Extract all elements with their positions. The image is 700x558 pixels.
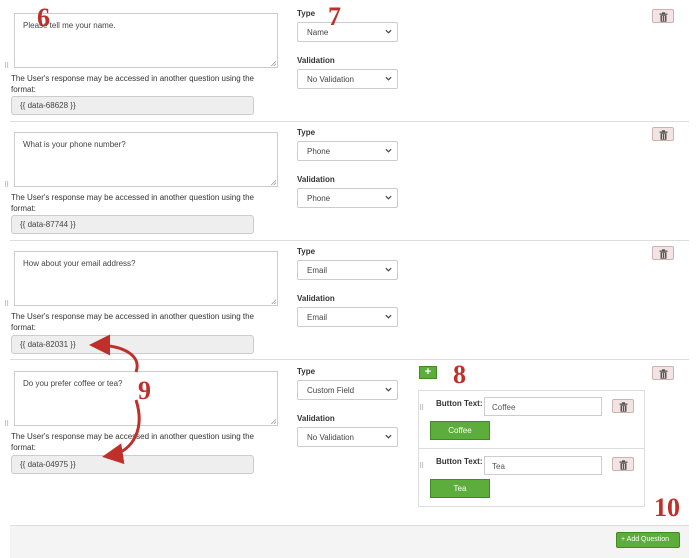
chevron-down-icon <box>385 76 392 81</box>
chevron-down-icon <box>385 148 392 153</box>
type-select[interactable]: Name <box>297 22 398 42</box>
type-select-value: Phone <box>307 147 331 156</box>
add-question-button[interactable]: + Add Question <box>616 532 680 548</box>
validation-select-value: No Validation <box>307 75 354 84</box>
button-text-label: Button Text: <box>436 399 483 408</box>
annotation-number: 6 <box>37 3 50 32</box>
chevron-down-icon <box>385 314 392 319</box>
type-label: Type <box>297 128 316 137</box>
custom-button-row: ⠿ Button Text: Coffee Coffee <box>419 391 644 449</box>
validation-select-value: No Validation <box>307 433 354 442</box>
data-token-field: {{ data-87744 }} <box>11 215 254 234</box>
annotation-number: 10 <box>654 493 680 522</box>
type-label: Type <box>297 9 316 18</box>
question-text-input[interactable]: Please tell me your name. <box>14 13 278 68</box>
button-preview-tea[interactable]: Tea <box>430 479 490 498</box>
form-footer <box>10 525 689 558</box>
chevron-down-icon <box>385 387 392 392</box>
delete-button-button[interactable] <box>612 457 634 471</box>
resize-handle-icon[interactable] <box>271 419 276 424</box>
format-note: The User's response may be accessed in a… <box>11 432 254 452</box>
trash-icon <box>659 12 668 22</box>
format-note: The User's response may be accessed in a… <box>11 312 254 332</box>
trash-icon <box>659 130 668 140</box>
question-text: How about your email address? <box>23 259 136 268</box>
drag-handle-icon[interactable]: ⠿ <box>419 404 424 412</box>
custom-buttons-panel: ⠿ Button Text: Coffee Coffee ⠿ Button Te… <box>418 390 645 507</box>
format-note: The User's response may be accessed in a… <box>11 74 254 94</box>
add-button-button[interactable]: + <box>419 366 437 379</box>
button-text-label: Button Text: <box>436 457 483 466</box>
type-select[interactable]: Phone <box>297 141 398 161</box>
question-text-input[interactable]: How about your email address? <box>14 251 278 306</box>
validation-select[interactable]: No Validation <box>297 427 398 447</box>
button-preview-coffee[interactable]: Coffee <box>430 421 490 440</box>
drag-handle-icon[interactable]: ⠿ <box>419 462 424 470</box>
drag-handle-icon[interactable]: ⠿ <box>4 420 9 428</box>
annotation-number: 8 <box>453 360 466 389</box>
chevron-down-icon <box>385 29 392 34</box>
button-text-input[interactable]: Coffee <box>484 397 602 416</box>
validation-label: Validation <box>297 414 335 423</box>
question-text: Do you prefer coffee or tea? <box>23 379 123 388</box>
validation-select[interactable]: No Validation <box>297 69 398 89</box>
resize-handle-icon[interactable] <box>271 180 276 185</box>
trash-icon <box>659 249 668 259</box>
delete-question-button[interactable] <box>652 246 674 260</box>
drag-handle-icon[interactable]: ⠿ <box>4 181 9 189</box>
drag-handle-icon[interactable]: ⠿ <box>4 62 9 70</box>
delete-question-button[interactable] <box>652 366 674 380</box>
trash-icon <box>659 369 668 379</box>
validation-label: Validation <box>297 56 335 65</box>
validation-select[interactable]: Phone <box>297 188 398 208</box>
chevron-down-icon <box>385 195 392 200</box>
data-token-field: {{ data-04975 }} <box>11 455 254 474</box>
delete-button-button[interactable] <box>612 399 634 413</box>
validation-label: Validation <box>297 175 335 184</box>
type-select-value: Email <box>307 266 328 275</box>
annotation-number: 7 <box>328 2 341 31</box>
question-text: What is your phone number? <box>23 140 126 149</box>
drag-handle-icon[interactable]: ⠿ <box>4 300 9 308</box>
delete-question-button[interactable] <box>652 9 674 23</box>
trash-icon <box>619 460 628 470</box>
validation-label: Validation <box>297 294 335 303</box>
type-select[interactable]: Custom Field <box>297 380 398 400</box>
type-label: Type <box>297 247 316 256</box>
annotation-number: 9 <box>138 376 151 405</box>
question-text-input[interactable]: What is your phone number? <box>14 132 278 187</box>
chevron-down-icon <box>385 434 392 439</box>
button-text-input[interactable]: Tea <box>484 456 602 475</box>
format-note: The User's response may be accessed in a… <box>11 193 254 213</box>
validation-select-value: Phone <box>307 194 331 203</box>
validation-select[interactable]: Email <box>297 307 398 327</box>
chevron-down-icon <box>385 267 392 272</box>
type-select-value: Custom Field <box>307 386 355 395</box>
custom-button-row: ⠿ Button Text: Tea Tea <box>419 449 644 507</box>
type-select-value: Name <box>307 28 329 37</box>
validation-select-value: Email <box>307 313 328 322</box>
delete-question-button[interactable] <box>652 127 674 141</box>
data-token-field: {{ data-68628 }} <box>11 96 254 115</box>
type-label: Type <box>297 367 316 376</box>
trash-icon <box>619 402 628 412</box>
resize-handle-icon[interactable] <box>271 299 276 304</box>
resize-handle-icon[interactable] <box>271 61 276 66</box>
data-token-field: {{ data-82031 }} <box>11 335 254 354</box>
type-select[interactable]: Email <box>297 260 398 280</box>
